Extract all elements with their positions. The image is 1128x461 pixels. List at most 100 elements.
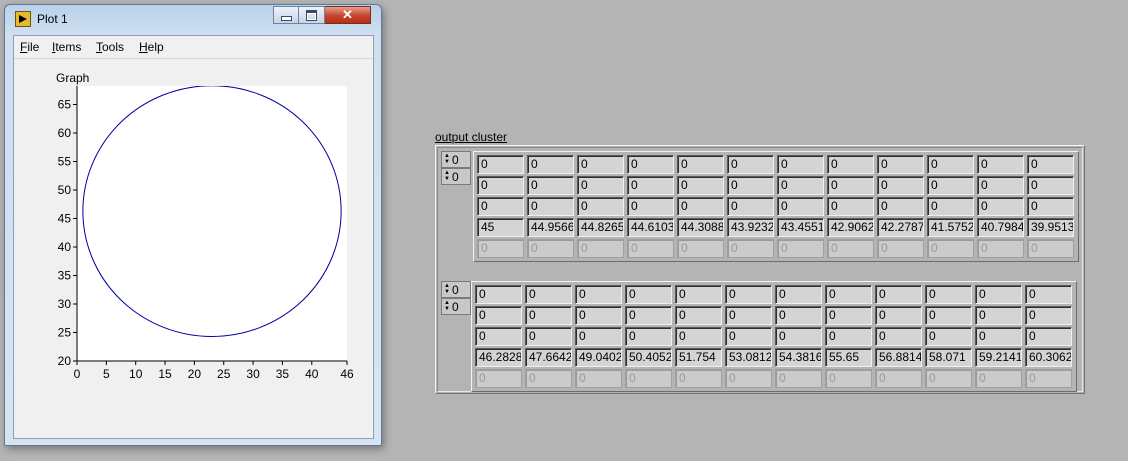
- array-cell[interactable]: 0: [577, 155, 624, 174]
- array-cell[interactable]: 0: [877, 239, 924, 258]
- menu-items[interactable]: Items: [52, 40, 81, 54]
- array-cell[interactable]: 0: [477, 155, 524, 174]
- array-cell[interactable]: 0: [575, 285, 622, 304]
- array-cell[interactable]: 0: [575, 369, 622, 388]
- array-cell[interactable]: 0: [527, 176, 574, 195]
- array-cell[interactable]: 53.0812: [725, 348, 772, 367]
- array-cell[interactable]: 0: [1025, 327, 1072, 346]
- array-cell[interactable]: 0: [575, 306, 622, 325]
- array-cell[interactable]: 0: [577, 239, 624, 258]
- array-cell[interactable]: 0: [527, 155, 574, 174]
- array-cell[interactable]: 47.6642: [525, 348, 572, 367]
- array-cell[interactable]: 0: [775, 369, 822, 388]
- array-cell[interactable]: 0: [475, 306, 522, 325]
- array-cell[interactable]: 0: [525, 327, 572, 346]
- array-cell[interactable]: 46.2828: [475, 348, 522, 367]
- array-cell[interactable]: 0: [975, 327, 1022, 346]
- array-cell[interactable]: 44.3088: [677, 218, 724, 237]
- array-cell[interactable]: 0: [627, 239, 674, 258]
- array-cell[interactable]: 0: [1025, 285, 1072, 304]
- menu-file[interactable]: File: [20, 40, 39, 54]
- array-index-row[interactable]: ▲ ▼ 0: [441, 281, 471, 298]
- array-cell[interactable]: 0: [625, 306, 672, 325]
- xy-graph[interactable]: 2025303540455055606570051015202530354046: [14, 86, 373, 406]
- array-cell[interactable]: 42.2787: [877, 218, 924, 237]
- array-cell[interactable]: 0: [775, 306, 822, 325]
- array-cell[interactable]: 44.6103: [627, 218, 674, 237]
- array-cell[interactable]: 0: [527, 197, 574, 216]
- array-cell[interactable]: 51.754: [675, 348, 722, 367]
- array-cell[interactable]: 0: [725, 369, 772, 388]
- array-index-value[interactable]: 0: [452, 300, 459, 314]
- array-cell[interactable]: 0: [675, 306, 722, 325]
- array-cell[interactable]: 0: [777, 239, 824, 258]
- array-cell[interactable]: 0: [875, 327, 922, 346]
- minimize-button[interactable]: [273, 6, 299, 24]
- array-cell[interactable]: 44.9566: [527, 218, 574, 237]
- array-cell[interactable]: 0: [1027, 176, 1074, 195]
- array-cell[interactable]: 0: [777, 176, 824, 195]
- array-cell[interactable]: 0: [727, 155, 774, 174]
- array-cell[interactable]: 0: [627, 176, 674, 195]
- array-cell[interactable]: 0: [877, 197, 924, 216]
- array-cell[interactable]: 0: [727, 239, 774, 258]
- title-bar[interactable]: Plot 1 ✕: [5, 5, 381, 33]
- array-cell[interactable]: 0: [927, 239, 974, 258]
- array-cell[interactable]: 55.65: [825, 348, 872, 367]
- array-cell[interactable]: 0: [725, 327, 772, 346]
- array-cell[interactable]: 49.0402: [575, 348, 622, 367]
- array-index-column[interactable]: ▲ ▼ 0: [441, 298, 471, 315]
- array-cell[interactable]: 0: [575, 327, 622, 346]
- array-cell[interactable]: 43.9232: [727, 218, 774, 237]
- array-cell[interactable]: 0: [675, 327, 722, 346]
- array-cell[interactable]: 59.2141: [975, 348, 1022, 367]
- array-cell[interactable]: 0: [477, 239, 524, 258]
- spinner-arrows-icon[interactable]: ▲ ▼: [443, 300, 451, 313]
- array-cell[interactable]: 0: [975, 285, 1022, 304]
- array-cell[interactable]: 0: [875, 369, 922, 388]
- array-cell[interactable]: 0: [477, 197, 524, 216]
- array-cell[interactable]: 0: [477, 176, 524, 195]
- array-cell[interactable]: 0: [827, 155, 874, 174]
- array-cell[interactable]: 0: [475, 327, 522, 346]
- array-index-value[interactable]: 0: [452, 153, 459, 167]
- array-index-row[interactable]: ▲ ▼ 0: [441, 151, 471, 168]
- array-cell[interactable]: 0: [875, 285, 922, 304]
- array-cell[interactable]: 60.3062: [1025, 348, 1072, 367]
- spinner-arrows-icon[interactable]: ▲ ▼: [443, 283, 451, 296]
- array-cell[interactable]: 0: [925, 327, 972, 346]
- array-cell[interactable]: 0: [977, 239, 1024, 258]
- array-cell[interactable]: 58.071: [925, 348, 972, 367]
- array-cell[interactable]: 0: [525, 306, 572, 325]
- array-cell[interactable]: 0: [1025, 369, 1072, 388]
- array-cell[interactable]: 0: [927, 197, 974, 216]
- array-cell[interactable]: 0: [627, 197, 674, 216]
- array-cell[interactable]: 0: [777, 155, 824, 174]
- array-cell[interactable]: 0: [927, 155, 974, 174]
- array-cell[interactable]: 0: [825, 285, 872, 304]
- array-cell[interactable]: 42.9062: [827, 218, 874, 237]
- array-cell[interactable]: 43.4551: [777, 218, 824, 237]
- array-cell[interactable]: 0: [1027, 155, 1074, 174]
- spinner-arrows-icon[interactable]: ▲ ▼: [443, 170, 451, 183]
- array-cell[interactable]: 0: [827, 176, 874, 195]
- array-cell[interactable]: 0: [727, 197, 774, 216]
- array-cell[interactable]: 41.5752: [927, 218, 974, 237]
- array-cell[interactable]: 0: [677, 239, 724, 258]
- array-cell[interactable]: 0: [825, 369, 872, 388]
- array-cell[interactable]: 54.3816: [775, 348, 822, 367]
- menu-help[interactable]: Help: [139, 40, 164, 54]
- array-cell[interactable]: 50.4052: [625, 348, 672, 367]
- array-cell[interactable]: 0: [825, 306, 872, 325]
- array-cell[interactable]: 0: [977, 176, 1024, 195]
- close-button[interactable]: ✕: [325, 6, 371, 24]
- array-cell[interactable]: 0: [1027, 239, 1074, 258]
- array-cell[interactable]: 0: [925, 285, 972, 304]
- menu-tools[interactable]: Tools: [96, 40, 124, 54]
- array-cell[interactable]: 0: [627, 155, 674, 174]
- array-cell[interactable]: 0: [925, 369, 972, 388]
- array-cell[interactable]: 0: [1025, 306, 1072, 325]
- array-cell[interactable]: 0: [877, 155, 924, 174]
- array-cell[interactable]: 0: [775, 327, 822, 346]
- array-cell[interactable]: 0: [675, 369, 722, 388]
